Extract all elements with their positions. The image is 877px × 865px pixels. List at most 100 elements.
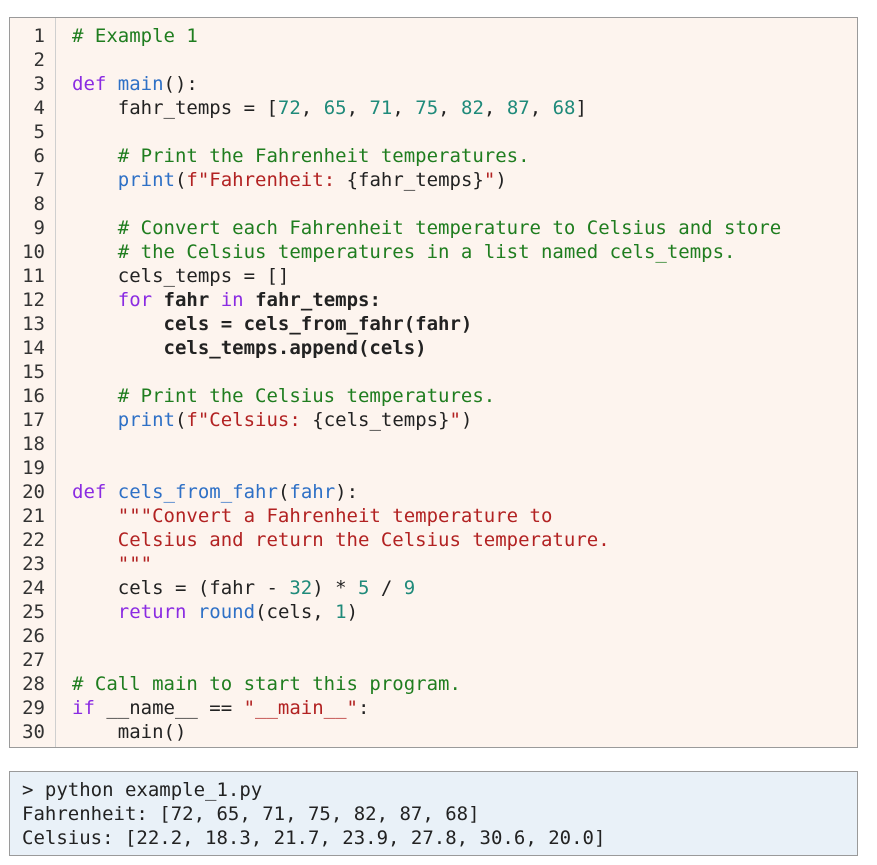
code-line: 6 # Print the Fahrenheit temperatures. bbox=[10, 144, 857, 168]
code-text: return round(cels, 1) bbox=[72, 600, 358, 624]
code-token: fahr bbox=[289, 481, 336, 503]
line-number: 1 bbox=[33, 25, 45, 47]
line-number: 19 bbox=[22, 457, 45, 479]
code-token: """Convert a Fahrenheit temperature to bbox=[72, 505, 553, 527]
line-number: 26 bbox=[22, 625, 45, 647]
line-number: 12 bbox=[22, 289, 45, 311]
line-number: 8 bbox=[33, 193, 45, 215]
code-token: 32 bbox=[289, 577, 313, 599]
code-text: def cels_from_fahr(fahr): bbox=[72, 480, 358, 504]
code-token: , bbox=[346, 97, 370, 119]
code-line: 9 # Convert each Fahrenheit temperature … bbox=[10, 216, 857, 240]
code-token: {fahr_temps} bbox=[346, 169, 484, 191]
code-line: 14 cels_temps.append(cels) bbox=[10, 336, 857, 360]
line-number: 20 bbox=[22, 481, 45, 503]
code-token: main bbox=[117, 73, 164, 95]
terminal-output-line: Celsius: [22.2, 18.3, 21.7, 23.9, 27.8, … bbox=[22, 827, 606, 849]
code-token: cels_temps = [] bbox=[72, 265, 290, 287]
code-token: in bbox=[220, 289, 244, 311]
code-line: 1 # Example 1 bbox=[10, 24, 857, 48]
code-token: ) * bbox=[312, 577, 358, 599]
code-line: 29 if __name__ == "__main__": bbox=[10, 696, 857, 720]
code-token: " bbox=[483, 169, 496, 191]
code-token: return bbox=[117, 601, 187, 623]
code-text: for fahr in fahr_temps: bbox=[72, 288, 381, 312]
code-text: cels_temps = [] bbox=[72, 264, 290, 288]
code-line: 7 print(f"Fahrenheit: {fahr_temps}") bbox=[10, 168, 857, 192]
code-token: {cels_temps} bbox=[312, 409, 450, 431]
code-token: Celsius and return the Celsius temperatu… bbox=[72, 529, 610, 551]
code-token: ) bbox=[346, 601, 359, 623]
code-token: 72 bbox=[277, 97, 301, 119]
code-line: 19 bbox=[10, 456, 857, 480]
code-text: main() bbox=[72, 720, 187, 744]
code-text: """ bbox=[72, 552, 152, 576]
code-token: # Print the Celsius temperatures. bbox=[72, 385, 496, 407]
line-number: 28 bbox=[22, 673, 45, 695]
code-token: / bbox=[369, 577, 404, 599]
code-token: f"Fahrenheit: bbox=[186, 169, 347, 191]
code-token: ) bbox=[461, 409, 473, 431]
code-text: # Print the Fahrenheit temperatures. bbox=[72, 144, 530, 168]
code-line: 17 print(f"Celsius: {cels_temps}") bbox=[10, 408, 857, 432]
code-token: # Example 1 bbox=[72, 25, 198, 47]
code-token: __name__ == bbox=[94, 697, 244, 719]
code-token: , bbox=[529, 97, 553, 119]
code-token: ) bbox=[495, 169, 507, 191]
code-token: , bbox=[300, 97, 324, 119]
code-token: # Call main to start this program. bbox=[72, 673, 461, 695]
code-token: 68 bbox=[552, 97, 576, 119]
code-token: , bbox=[438, 97, 462, 119]
line-number: 2 bbox=[33, 49, 45, 71]
code-token: ( bbox=[174, 409, 187, 431]
code-line: 21 """Convert a Fahrenheit temperature t… bbox=[10, 504, 857, 528]
code-listing-panel: 1 # Example 1 2 3 def main(): 4 fahr_temps = … bbox=[9, 17, 858, 748]
code-token: 1 bbox=[335, 601, 347, 623]
code-token: (cels, bbox=[255, 601, 336, 623]
line-number: 7 bbox=[33, 169, 45, 191]
code-token: , bbox=[392, 97, 416, 119]
line-number: 27 bbox=[22, 649, 45, 671]
code-token: if bbox=[72, 697, 95, 719]
code-text: if __name__ == "__main__": bbox=[72, 696, 369, 720]
code-text: fahr_temps = [72, 65, 71, 75, 82, 87, 68… bbox=[72, 96, 587, 120]
code-token: 71 bbox=[369, 97, 393, 119]
code-token: " bbox=[449, 409, 461, 431]
line-number: 22 bbox=[22, 529, 45, 551]
code-token: cels_temps.append(cels) bbox=[72, 337, 427, 359]
code-text: Celsius and return the Celsius temperatu… bbox=[72, 528, 610, 552]
code-token: round bbox=[197, 601, 256, 623]
code-text: """Convert a Fahrenheit temperature to bbox=[72, 504, 553, 528]
code-token: print bbox=[117, 169, 175, 191]
terminal-output-line: Fahrenheit: [72, 65, 71, 75, 82, 87, 68] bbox=[22, 803, 480, 825]
line-number: 5 bbox=[33, 121, 45, 143]
code-line: 11 cels_temps = [] bbox=[10, 264, 857, 288]
line-number: 11 bbox=[22, 265, 45, 287]
code-text: cels_temps.append(cels) bbox=[72, 336, 427, 360]
line-number: 15 bbox=[22, 361, 45, 383]
code-token: cels = cels_from_fahr(fahr) bbox=[72, 313, 473, 335]
code-text: # Example 1 bbox=[72, 24, 198, 48]
code-token: cels_from_fahr bbox=[117, 481, 278, 503]
code-line: 26 bbox=[10, 624, 857, 648]
code-line: 27 bbox=[10, 648, 857, 672]
terminal-command: > python example_1.py bbox=[22, 779, 263, 801]
code-token: "__main__" bbox=[243, 697, 358, 719]
code-token: f"Celsius: bbox=[186, 409, 313, 431]
code-token: fahr_temps: bbox=[243, 289, 381, 311]
code-text: print(f"Fahrenheit: {fahr_temps}") bbox=[72, 168, 507, 192]
line-number: 29 bbox=[22, 697, 45, 719]
code-token: # the Celsius temperatures in a list nam… bbox=[72, 241, 736, 263]
code-text: cels = cels_from_fahr(fahr) bbox=[72, 312, 473, 336]
code-line: 25 return round(cels, 1) bbox=[10, 600, 857, 624]
terminal-output-panel: > python example_1.py Fahrenheit: [72, 65… bbox=[9, 771, 858, 856]
code-line: 23 """ bbox=[10, 552, 857, 576]
code-token: 75 bbox=[415, 97, 439, 119]
code-line: 2 bbox=[10, 48, 857, 72]
line-number: 23 bbox=[22, 553, 45, 575]
code-token: 87 bbox=[506, 97, 530, 119]
